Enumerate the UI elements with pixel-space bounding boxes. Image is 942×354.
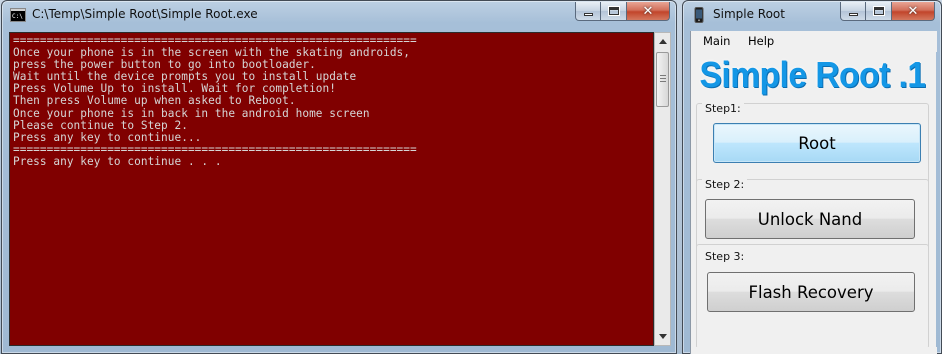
app-titlebar[interactable]: Simple Root ✕ — [683, 1, 941, 29]
app-maximize-button[interactable] — [866, 2, 892, 21]
step2-group: Step 2: Unlock Nand — [696, 178, 929, 253]
phone-icon — [694, 7, 704, 23]
app-minimize-button[interactable] — [840, 2, 866, 21]
close-icon: ✕ — [907, 3, 919, 19]
app-client-area: Main Help Simple Root .1 Step1: Root Ste… — [690, 31, 937, 354]
logo-text: Simple Root .1 — [699, 54, 927, 95]
root-button[interactable]: Root — [713, 123, 921, 163]
step1-label: Step1: — [702, 102, 744, 115]
close-icon: ✕ — [642, 3, 654, 19]
console-window: C:\ C:\Temp\Simple Root\Simple Root.exe … — [1, 0, 677, 354]
console-minimize-button[interactable] — [575, 2, 601, 21]
console-title: C:\Temp\Simple Root\Simple Root.exe — [32, 7, 258, 21]
menu-main[interactable]: Main — [703, 34, 730, 48]
console-line: Press any key to continue . . . — [13, 154, 222, 168]
step3-group: Step 3: Flash Recovery — [696, 244, 929, 349]
console-titlebar[interactable]: C:\ C:\Temp\Simple Root\Simple Root.exe … — [2, 1, 676, 29]
app-close-button[interactable]: ✕ — [892, 2, 935, 21]
unlock-nand-button[interactable]: Unlock Nand — [705, 199, 915, 239]
console-caption-buttons: ✕ — [575, 2, 670, 21]
flash-recovery-button[interactable]: Flash Recovery — [707, 272, 915, 312]
app-bottom-strip — [691, 347, 937, 354]
console-line: Please continue to Step 2. — [13, 118, 188, 132]
step2-label: Step 2: — [702, 178, 748, 191]
arrow-down-icon — [658, 334, 667, 339]
app-caption-buttons: ✕ — [840, 2, 935, 21]
console-close-button[interactable]: ✕ — [627, 2, 670, 21]
cmd-icon: C:\ — [10, 8, 26, 22]
svg-text:C:\: C:\ — [12, 13, 23, 20]
scroll-down-button[interactable] — [655, 328, 670, 345]
maximize-icon — [873, 7, 884, 15]
console-line: Then press Volume up when asked to Reboo… — [13, 94, 296, 108]
menu-bar: Main Help — [691, 31, 937, 52]
minimize-icon — [848, 12, 858, 16]
minimize-icon — [583, 12, 593, 16]
scroll-thumb[interactable] — [656, 52, 669, 107]
scroll-up-button[interactable] — [655, 33, 670, 50]
maximize-icon — [608, 7, 619, 15]
arrow-up-icon — [658, 39, 667, 44]
console-maximize-button[interactable] — [601, 2, 627, 21]
app-logo: Simple Root .1 — [693, 53, 933, 97]
step3-label: Step 3: — [702, 250, 748, 263]
console-vertical-scrollbar[interactable] — [654, 32, 671, 346]
simple-root-window: Simple Root ✕ Main Help Simple Root .1 S… — [682, 0, 942, 354]
console-line: Once your phone is in back in the androi… — [13, 106, 370, 120]
app-title: Simple Root — [713, 7, 785, 21]
menu-help[interactable]: Help — [748, 34, 774, 48]
console-output[interactable]: ========================================… — [9, 32, 654, 346]
